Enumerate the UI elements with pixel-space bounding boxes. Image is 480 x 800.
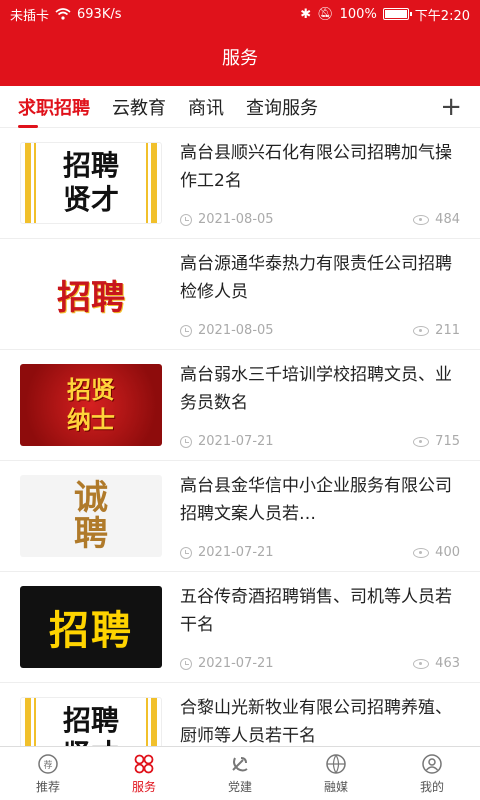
nav-label: 我的 xyxy=(419,779,444,794)
nav-recommend[interactable]: 荐 推荐 xyxy=(0,747,96,800)
clock-icon xyxy=(180,435,192,448)
view-count: 400 xyxy=(435,545,460,560)
article-title: 五谷传奇酒招聘销售、司机等人员若干名 xyxy=(180,587,452,635)
clock-time: 下午2:20 xyxy=(414,8,470,24)
nav-media[interactable]: 融媒 xyxy=(288,747,384,800)
list-item[interactable]: 招聘 贤才 合黎山光新牧业有限公司招聘养殖、厨师等人员若干名 xyxy=(0,683,480,746)
party-icon xyxy=(229,753,251,775)
eye-icon xyxy=(413,658,430,669)
article-title: 合黎山光新牧业有限公司招聘养殖、厨师等人员若干名 xyxy=(180,698,452,746)
article-thumbnail: 招聘 xyxy=(20,253,162,335)
thumbnail-text: 招聘 贤才 xyxy=(62,149,119,216)
status-bar: 未插卡 693K/s ✱ 🔕︎ 100% 下午2:20 xyxy=(0,0,480,28)
article-title: 高台县顺兴石化有限公司招聘加气操作工2名 xyxy=(180,143,452,191)
tab-business-news[interactable]: 商讯 xyxy=(188,86,224,128)
clock-icon xyxy=(180,213,192,226)
article-thumbnail: 诚 聘 xyxy=(20,475,162,557)
article-date: 2021-08-05 xyxy=(198,323,274,338)
thumbnail-text: 招聘 xyxy=(57,277,125,318)
eye-icon xyxy=(413,547,430,558)
article-date: 2021-07-21 xyxy=(198,434,274,449)
view-count: 463 xyxy=(435,656,460,671)
profile-icon xyxy=(421,753,443,775)
nav-service[interactable]: 服务 xyxy=(96,747,192,800)
bottom-navigation: 荐 推荐 服务 党建 融媒 我的 xyxy=(0,746,480,800)
article-title: 高台弱水三千培训学校招聘文员、业务员数名 xyxy=(180,365,452,413)
article-thumbnail: 招贤 纳士 xyxy=(20,364,162,446)
nav-party[interactable]: 党建 xyxy=(192,747,288,800)
clock-icon xyxy=(180,657,192,670)
battery-percent: 100% xyxy=(339,6,377,22)
article-thumbnail: 招聘 xyxy=(20,586,162,668)
nav-label: 服务 xyxy=(131,779,156,794)
list-item[interactable]: 招聘 高台源通华泰热力有限责任公司招聘检修人员 2021-08-05 211 xyxy=(0,239,480,350)
nav-profile[interactable]: 我的 xyxy=(384,747,480,800)
article-thumbnail: 招聘 贤才 xyxy=(20,142,162,224)
page-title: 服务 xyxy=(222,48,258,69)
article-title: 高台源通华泰热力有限责任公司招聘检修人员 xyxy=(180,254,452,302)
list-item[interactable]: 诚 聘 高台县金华信中小企业服务有限公司招聘文案人员若… 2021-07-21 … xyxy=(0,461,480,572)
media-icon xyxy=(325,753,347,775)
nav-label: 融媒 xyxy=(323,779,348,794)
eye-icon xyxy=(413,436,430,447)
category-tabs: 求职招聘 云教育 商讯 查询服务 + xyxy=(0,86,480,128)
wifi-icon xyxy=(55,8,71,20)
nav-label: 党建 xyxy=(227,779,252,794)
article-thumbnail: 招聘 贤才 xyxy=(20,697,162,746)
clock-icon xyxy=(180,546,192,559)
svg-text:荐: 荐 xyxy=(43,760,52,771)
add-tab-button[interactable]: + xyxy=(440,86,462,128)
article-date: 2021-07-21 xyxy=(198,656,274,671)
view-count: 484 xyxy=(435,212,460,227)
thumbnail-text: 诚 聘 xyxy=(74,478,108,554)
view-count: 211 xyxy=(435,323,460,338)
article-date: 2021-08-05 xyxy=(198,212,274,227)
eye-icon xyxy=(413,214,430,225)
tab-education[interactable]: 云教育 xyxy=(112,86,166,128)
thumbnail-text: 招聘 贤才 xyxy=(62,704,119,746)
carrier-text: 未插卡 xyxy=(10,8,50,24)
tab-jobs[interactable]: 求职招聘 xyxy=(18,86,90,128)
tab-query-service[interactable]: 查询服务 xyxy=(246,86,318,128)
list-item[interactable]: 招聘 贤才 高台县顺兴石化有限公司招聘加气操作工2名 2021-08-05 48… xyxy=(0,128,480,239)
view-count: 715 xyxy=(435,434,460,449)
thumbnail-text: 招贤 纳士 xyxy=(67,375,115,434)
eye-icon xyxy=(413,325,430,336)
list-item[interactable]: 招贤 纳士 高台弱水三千培训学校招聘文员、业务员数名 2021-07-21 71… xyxy=(0,350,480,461)
recommend-icon: 荐 xyxy=(37,753,59,775)
mute-icon: 🔕︎ xyxy=(317,6,334,22)
page-header: 服务 xyxy=(0,28,480,86)
thumbnail-text: 招聘 xyxy=(49,608,133,654)
clock-icon xyxy=(180,324,192,337)
network-speed: 693K/s xyxy=(77,6,122,22)
battery-icon xyxy=(382,8,412,20)
list-item[interactable]: 招聘 五谷传奇酒招聘销售、司机等人员若干名 2021-07-21 463 xyxy=(0,572,480,683)
article-date: 2021-07-21 xyxy=(198,545,274,560)
nav-label: 推荐 xyxy=(35,779,60,794)
service-icon xyxy=(133,753,155,775)
bluetooth-icon: ✱ xyxy=(300,6,312,22)
article-list: 招聘 贤才 高台县顺兴石化有限公司招聘加气操作工2名 2021-08-05 48… xyxy=(0,128,480,746)
battery-fill xyxy=(384,10,407,18)
article-title: 高台县金华信中小企业服务有限公司招聘文案人员若… xyxy=(180,476,452,524)
